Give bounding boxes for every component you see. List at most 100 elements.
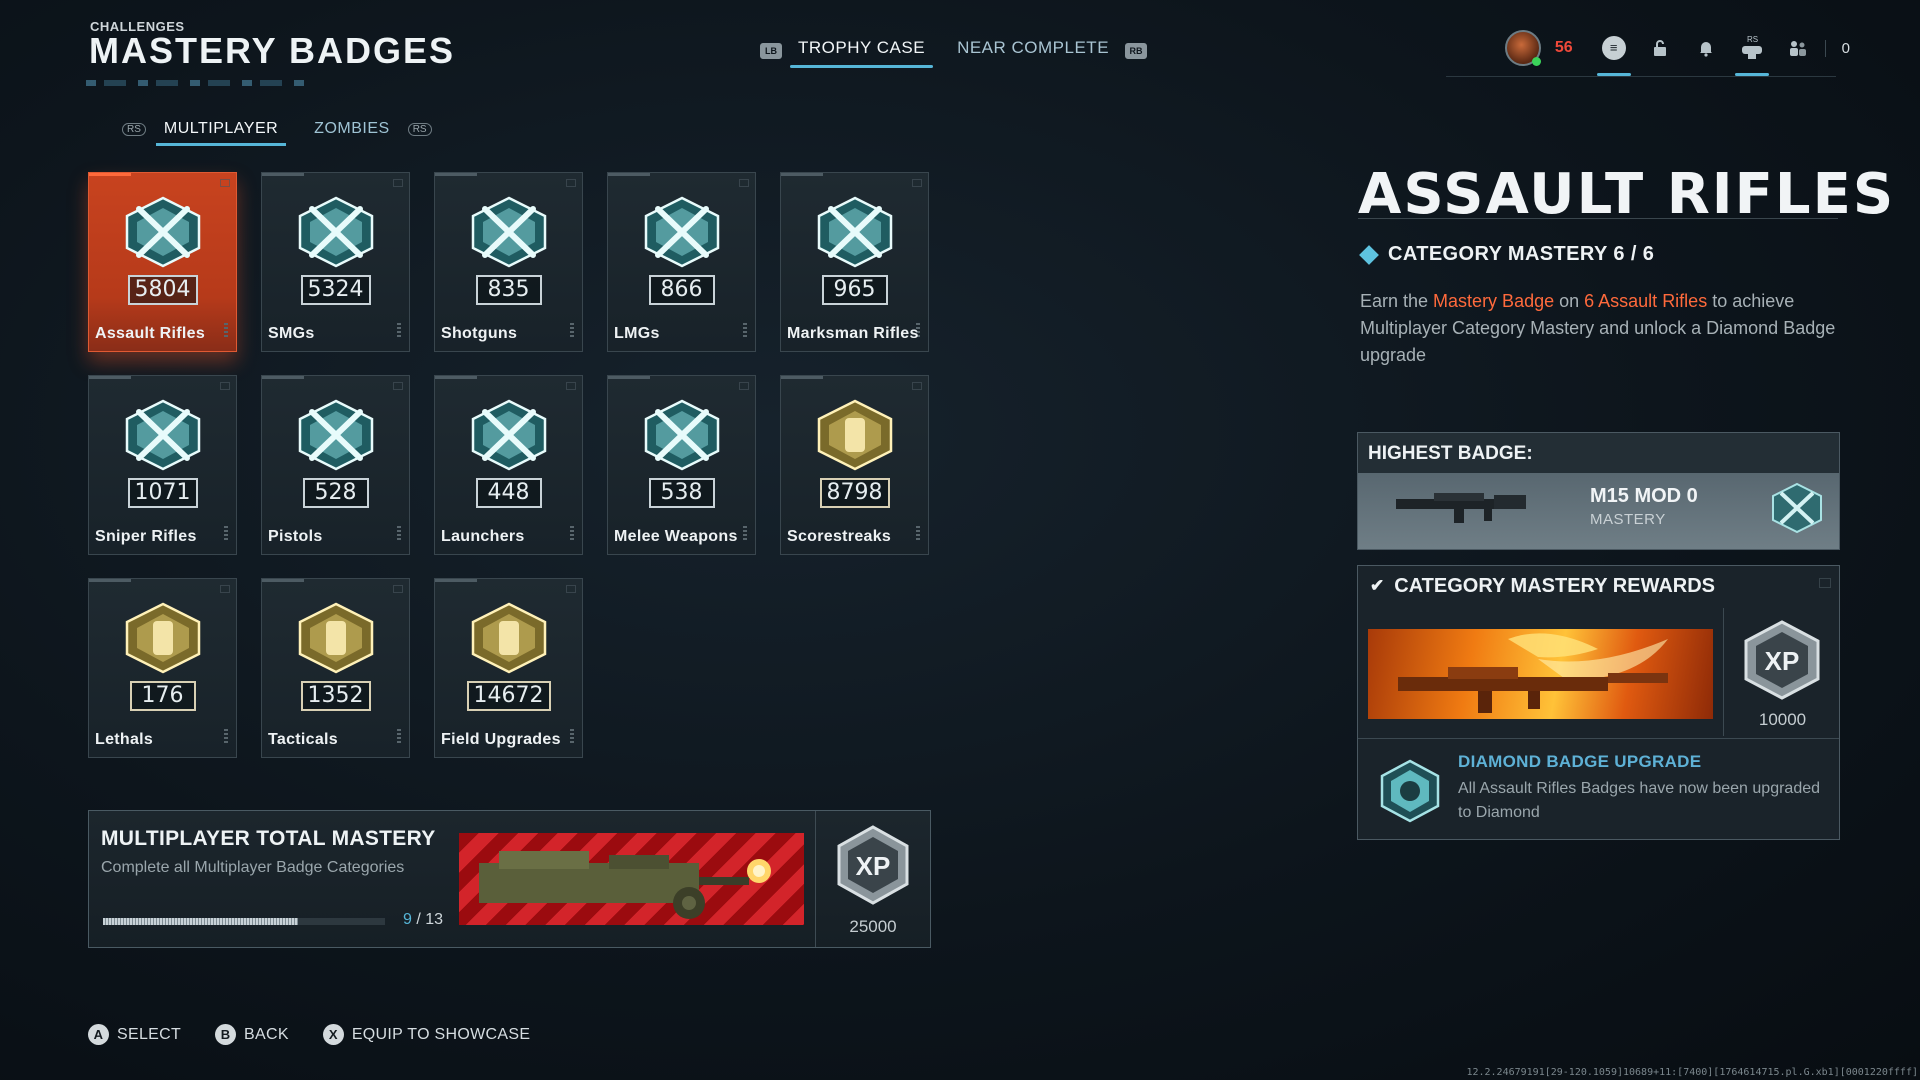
category-mastery-status: CATEGORY MASTERY 6 / 6: [1359, 243, 1655, 266]
assault-rifles-highlight: 6 Assault Rifles: [1584, 291, 1708, 311]
total-mastery-xp-value: 25000: [849, 917, 897, 936]
badge-label: Field Upgrades: [441, 731, 561, 748]
corner-marker-icon: [566, 382, 576, 390]
mastery-badge-icon: [1772, 482, 1822, 534]
gold-badge-icon: [471, 602, 546, 674]
diamond-badge-icon: [644, 399, 719, 471]
badge-label: Pistols: [268, 528, 323, 545]
a-button-icon: A: [88, 1024, 109, 1045]
detail-title-underline: [1358, 218, 1838, 219]
tab-zombies[interactable]: ZOMBIES: [314, 120, 390, 138]
lock-icon[interactable]: [1637, 28, 1683, 68]
rb-button-icon[interactable]: RB: [1125, 43, 1148, 59]
reward-camo-image[interactable]: [1368, 629, 1713, 719]
ls-button-icon[interactable]: RS: [122, 122, 146, 136]
xp-badge-icon: XP: [837, 825, 909, 905]
badge-label: Launchers: [441, 528, 525, 545]
rs-button-icon[interactable]: RS: [407, 122, 432, 136]
b-button-icon: B: [215, 1024, 237, 1045]
diamond-badge-icon: [125, 196, 200, 268]
rewards-horizontal-divider: [1358, 738, 1839, 739]
badge-label: Assault Rifles: [95, 325, 206, 342]
menu-icon[interactable]: ≡: [1591, 28, 1637, 76]
badge-tile[interactable]: 528 Pistols: [261, 375, 410, 555]
select-button[interactable]: A SELECT: [88, 1024, 181, 1045]
badge-tile[interactable]: 14672 Field Upgrades: [434, 578, 583, 758]
badge-grid: 5804 Assault Rifles 5324 SMGs 835 Shotguns 866…: [88, 172, 929, 758]
total-mastery-subtitle: Complete all Multiplayer Badge Categorie…: [101, 859, 405, 876]
mode-tab-bar: RS MULTIPLAYER ZOMBIES RS: [122, 120, 432, 146]
corner-marker-icon: [393, 382, 403, 390]
friends-icon[interactable]: [1775, 28, 1821, 68]
rs-label: RS: [1747, 35, 1758, 44]
corner-marker-icon: [912, 382, 922, 390]
rewards-xp-value: 10000: [1758, 710, 1807, 729]
progress-sep: /: [411, 911, 426, 928]
lb-button-icon[interactable]: LB: [760, 43, 782, 59]
badge-count: 1352: [300, 681, 371, 711]
xp-badge-icon: XP: [1744, 620, 1820, 700]
corner-marker-icon: [566, 179, 576, 187]
corner-marker-icon: [393, 179, 403, 187]
diamond-badge-icon: [1380, 759, 1440, 823]
tab-trophy-case[interactable]: TROPHY CASE: [789, 38, 934, 68]
tab-near-complete[interactable]: NEAR COMPLETE: [957, 38, 1109, 64]
badge-tile[interactable]: 176 Lethals: [88, 578, 237, 758]
mastery-badge-highlight: Mastery Badge: [1433, 291, 1555, 311]
badge-tile[interactable]: 1071 Sniper Rifles: [88, 375, 237, 555]
badge-label: SMGs: [268, 325, 315, 342]
gold-badge-icon: [817, 399, 892, 471]
x-button-icon: X: [322, 1024, 344, 1045]
badge-tile[interactable]: 1352 Tacticals: [261, 578, 410, 758]
equip-to-showcase-button[interactable]: X EQUIP TO SHOWCASE: [322, 1024, 530, 1045]
avatar[interactable]: [1504, 30, 1541, 66]
gold-badge-icon: [125, 602, 200, 674]
gold-badge-icon: [298, 602, 373, 674]
badge-tile[interactable]: 8798 Scorestreaks: [780, 375, 929, 555]
title-decoration: [86, 80, 306, 86]
back-button[interactable]: B BACK: [215, 1024, 289, 1045]
friends-count: 0: [1824, 39, 1850, 57]
badge-tile[interactable]: 538 Melee Weapons: [607, 375, 756, 555]
controller-icon[interactable]: RS: [1729, 28, 1775, 76]
total-mastery-card[interactable]: MULTIPLAYER TOTAL MASTERY Complete all M…: [88, 810, 931, 948]
corner-marker-icon: [739, 382, 749, 390]
player-level: 56: [1554, 39, 1573, 56]
tab-multiplayer[interactable]: MULTIPLAYER: [155, 120, 287, 146]
corner-marker-icon: [739, 179, 749, 187]
category-rewards-card[interactable]: ✔ CATEGORY MASTERY REWARDS XP 10000 DIAM…: [1357, 565, 1840, 840]
badge-count: 538: [648, 478, 715, 508]
category-mastery-text: CATEGORY MASTERY 6 / 6: [1388, 243, 1655, 265]
badge-tile[interactable]: 866 LMGs: [607, 172, 756, 352]
badge-count: 965: [821, 275, 888, 305]
corner-marker-icon: [220, 382, 230, 390]
badge-label: Lethals: [95, 731, 154, 748]
weapon-image: [1396, 493, 1526, 523]
badge-count: 8798: [819, 478, 890, 508]
badge-tile[interactable]: 965 Marksman Rifles: [780, 172, 929, 352]
badge-label: Sniper Rifles: [95, 528, 197, 545]
weapon-name: M15 MOD 0: [1590, 485, 1698, 507]
corner-marker-icon: [393, 585, 403, 593]
highest-badge-card[interactable]: HIGHEST BADGE: M15 MOD 0 MASTERY: [1357, 432, 1840, 550]
badge-label: Tacticals: [268, 731, 338, 748]
badge-label: Shotguns: [441, 325, 518, 342]
diamond-badge-icon: [817, 196, 892, 268]
progress-current: 9: [403, 911, 412, 928]
badge-label: Marksman Rifles: [787, 325, 919, 342]
top-tab-bar: LB TROPHY CASE NEAR COMPLETE RB: [760, 38, 1148, 68]
status-divider: [1446, 76, 1836, 77]
corner-marker-icon: [1819, 578, 1831, 588]
badge-tile[interactable]: 5324 SMGs: [261, 172, 410, 352]
badge-tile[interactable]: 5804 Assault Rifles: [88, 172, 237, 352]
rewards-label: CATEGORY MASTERY REWARDS: [1394, 574, 1716, 597]
debug-build-info: 12.2.24679191[29-120.1059]10689+11:[7400…: [1466, 1067, 1918, 1078]
badge-tile[interactable]: 835 Shotguns: [434, 172, 583, 352]
bell-icon[interactable]: [1683, 28, 1729, 68]
footer-actions: A SELECT B BACK X EQUIP TO SHOWCASE: [88, 1024, 564, 1045]
upgrade-title: DIAMOND BADGE UPGRADE: [1458, 752, 1702, 771]
badge-label: Scorestreaks: [787, 528, 892, 545]
badge-tile[interactable]: 448 Launchers: [434, 375, 583, 555]
diamond-badge-icon: [298, 399, 373, 471]
corner-marker-icon: [220, 585, 230, 593]
